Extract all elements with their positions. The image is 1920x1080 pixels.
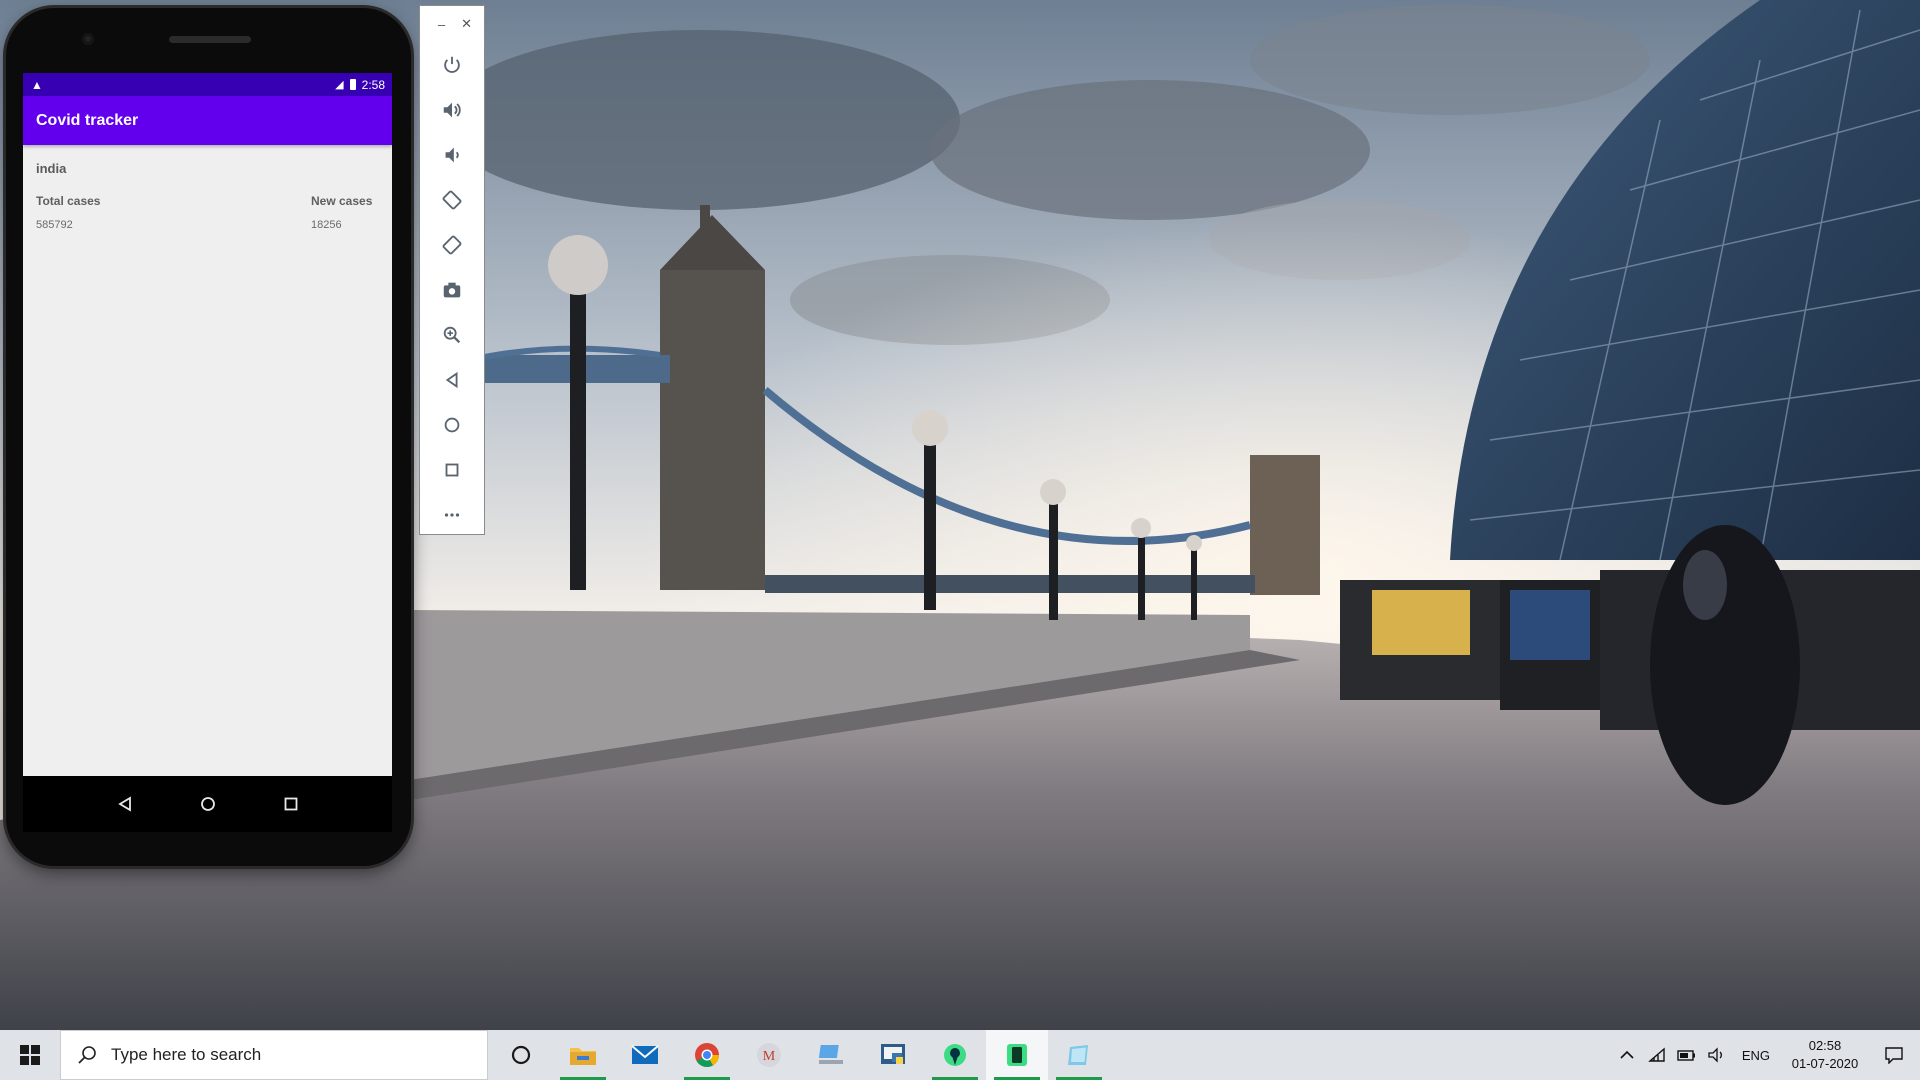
overview-icon[interactable] (420, 447, 484, 492)
back-icon[interactable] (110, 789, 140, 819)
notification-center-icon[interactable] (1868, 1046, 1920, 1064)
android-studio-icon[interactable] (924, 1030, 986, 1080)
chevron-up-icon[interactable] (1614, 1050, 1640, 1060)
new-cases-block: New cases 18256 (311, 194, 379, 231)
volume-up-icon[interactable] (420, 87, 484, 132)
warning-icon: ▲ (31, 77, 43, 92)
home-icon[interactable] (193, 789, 223, 819)
wifi-icon[interactable] (1644, 1047, 1670, 1063)
minimize-icon[interactable]: – (438, 17, 445, 32)
battery-icon[interactable] (1674, 1048, 1700, 1062)
android-nav-bar (23, 776, 392, 832)
rotate-left-icon[interactable] (420, 177, 484, 222)
close-icon[interactable]: ✕ (461, 16, 472, 32)
back-icon[interactable] (420, 357, 484, 402)
signal-icon: ◢ (335, 79, 344, 91)
windows-taskbar: Type here to search M ENG 02:58 01-07-20… (0, 1030, 1920, 1080)
camera-icon[interactable] (420, 267, 484, 312)
app-content: india Total cases 585792 New cases 18256 (23, 145, 392, 245)
app-bar: Covid tracker (23, 96, 392, 145)
total-cases-label: Total cases (36, 194, 101, 208)
taskbar-clock[interactable]: 02:58 01-07-2020 (1782, 1037, 1868, 1073)
phone-screen[interactable]: ▲ ◢ 2:58 Covid tracker india Total cases… (23, 73, 392, 776)
new-cases-label: New cases (311, 194, 373, 208)
android-status-bar: ▲ ◢ 2:58 (23, 73, 392, 96)
power-icon[interactable] (420, 42, 484, 87)
network-drive-icon[interactable] (800, 1030, 862, 1080)
emulator-phone-frame: ▲ ◢ 2:58 Covid tracker india Total cases… (6, 8, 411, 866)
total-cases-block: Total cases 585792 (36, 194, 100, 231)
more-icon[interactable] (420, 492, 484, 537)
speaker-icon[interactable] (1704, 1047, 1730, 1063)
home-icon[interactable] (420, 402, 484, 447)
mail-icon[interactable] (614, 1030, 676, 1080)
file-explorer-icon[interactable] (552, 1030, 614, 1080)
app-title: Covid tracker (36, 111, 139, 129)
zoom-icon[interactable] (420, 312, 484, 357)
system-tray: ENG 02:58 01-07-2020 (1612, 1030, 1920, 1080)
gmail-icon[interactable]: M (738, 1030, 800, 1080)
status-time: 2:58 (361, 77, 385, 92)
clock-time: 02:58 (1808, 1038, 1842, 1053)
overview-icon[interactable] (276, 789, 306, 819)
earpiece-speaker (169, 36, 251, 43)
python-icon[interactable] (862, 1030, 924, 1080)
input-language[interactable]: ENG (1742, 1048, 1770, 1063)
stats-row: Total cases 585792 New cases 18256 (36, 194, 379, 231)
rotate-right-icon[interactable] (420, 222, 484, 267)
battery-icon (349, 79, 356, 90)
country-name: india (36, 161, 67, 176)
front-camera (82, 33, 94, 45)
pinned-apps: M (490, 1030, 1110, 1080)
chrome-icon[interactable] (676, 1030, 738, 1080)
emulator-icon[interactable] (986, 1030, 1048, 1080)
svg-text:M: M (763, 1049, 776, 1064)
cortana-icon[interactable] (490, 1030, 552, 1080)
taskbar-search-box[interactable]: Type here to search (60, 1030, 488, 1080)
notepad-icon[interactable] (1048, 1030, 1110, 1080)
windows-start-icon[interactable] (0, 1030, 60, 1080)
emulator-toolbar: – ✕ (419, 5, 485, 535)
total-cases-value: 585792 (36, 219, 73, 231)
volume-down-icon[interactable] (420, 132, 484, 177)
search-icon (78, 1046, 96, 1064)
search-placeholder: Type here to search (111, 1045, 262, 1064)
clock-date: 01-07-2020 (1791, 1056, 1859, 1071)
toolbar-window-controls: – ✕ (420, 6, 484, 42)
new-cases-value: 18256 (311, 219, 342, 231)
